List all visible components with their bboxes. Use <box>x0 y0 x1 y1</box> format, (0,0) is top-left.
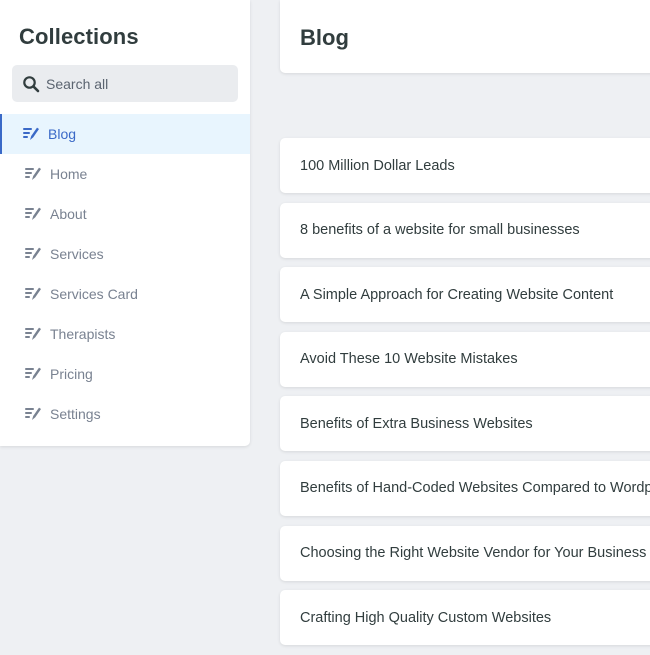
write-icon <box>24 285 42 303</box>
entry-card[interactable]: 8 benefits of a website for small busine… <box>280 202 650 258</box>
page-title: Blog <box>300 25 349 50</box>
sidebar-item-services[interactable]: Services <box>0 234 250 274</box>
sidebar-item-label: Blog <box>48 126 77 142</box>
entry-card[interactable]: Choosing the Right Website Vendor for Yo… <box>280 525 650 581</box>
write-icon <box>24 405 42 423</box>
sidebar-title: Collections <box>19 24 139 49</box>
sidebar-item-label: Settings <box>50 406 101 422</box>
entry-card[interactable]: 100 Million Dollar Leads <box>280 138 650 193</box>
sidebar-item-about[interactable]: About <box>0 194 250 234</box>
sidebar-item-home[interactable]: Home <box>0 154 250 194</box>
write-icon <box>24 165 42 183</box>
sidebar-item-label: Services Card <box>50 286 138 302</box>
entry-list: 100 Million Dollar Leads 8 benefits of a … <box>280 138 650 655</box>
entry-card[interactable]: Crafting High Quality Custom Websites <box>280 590 650 646</box>
entry-card[interactable]: Benefits of Extra Business Websites <box>280 396 650 452</box>
write-icon <box>24 245 42 263</box>
sidebar-item-blog[interactable]: Blog <box>0 114 250 154</box>
entry-card[interactable]: Avoid These 10 Website Mistakes <box>280 331 650 387</box>
sidebar-item-label: Therapists <box>50 326 116 342</box>
sidebar-item-pricing[interactable]: Pricing <box>0 354 250 394</box>
collections-sidebar: Collections Blog Home About Services Service… <box>0 0 250 446</box>
sidebar-item-therapists[interactable]: Therapists <box>0 314 250 354</box>
search-box[interactable] <box>12 65 238 102</box>
sidebar-item-label: Pricing <box>50 366 93 382</box>
write-icon <box>24 205 42 223</box>
sidebar-item-services-card[interactable]: Services Card <box>0 274 250 314</box>
search-icon <box>23 75 40 92</box>
sidebar-item-label: Home <box>50 166 88 182</box>
search-input[interactable] <box>46 75 226 92</box>
write-icon <box>24 365 42 383</box>
entry-card[interactable]: A Simple Approach for Creating Website C… <box>280 267 650 323</box>
collection-list: Blog Home About Services Services Card Therap… <box>0 114 250 434</box>
entry-card[interactable]: Benefits of Hand-Coded Websites Compared… <box>280 460 650 516</box>
sidebar-item-settings[interactable]: Settings <box>0 394 250 434</box>
write-icon <box>24 325 42 343</box>
write-icon <box>22 125 40 143</box>
sidebar-item-label: About <box>50 206 87 222</box>
collection-header: Blog <box>280 0 650 73</box>
sidebar-item-label: Services <box>50 246 104 262</box>
